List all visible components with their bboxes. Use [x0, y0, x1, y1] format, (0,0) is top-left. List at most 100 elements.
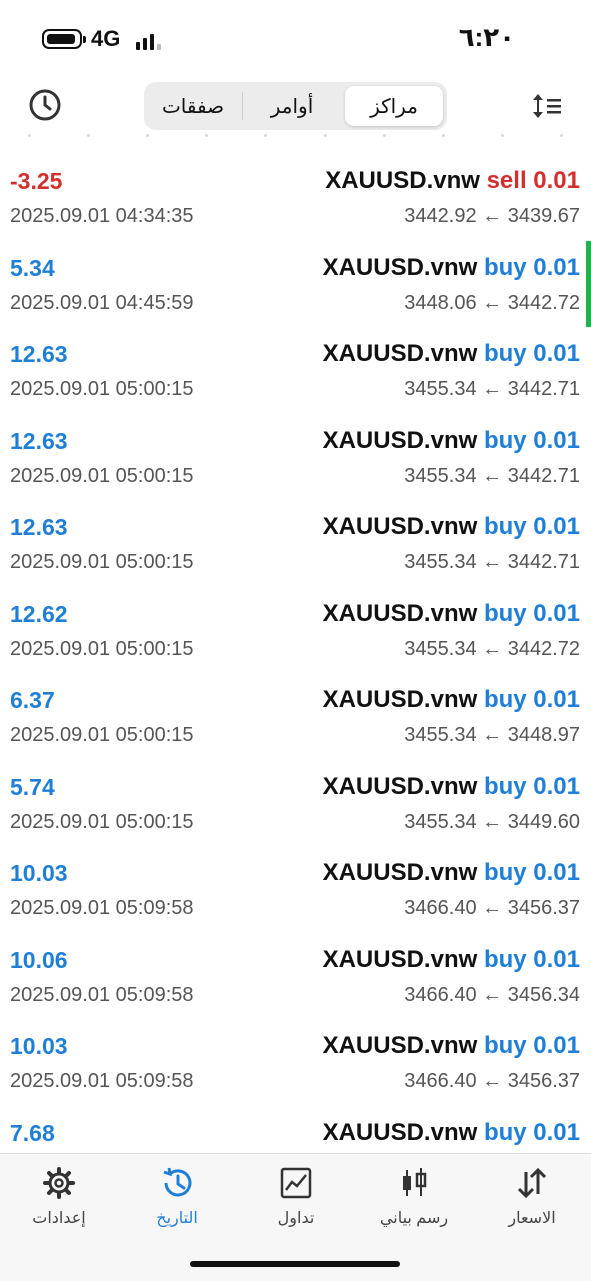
toolbar: مراكز أوامر صفقات [0, 80, 591, 132]
trade-prices: 3466.40 ← 3456.34 [404, 984, 580, 1007]
close-price: 3455.34 [404, 810, 477, 833]
trade-title: XAUUSD.vnw buy 0.01 [323, 1119, 580, 1147]
trade-row[interactable]: 5.34 2025.09.01 04:45:59 XAUUSD.vnw buy 0.… [0, 235, 591, 322]
tab-settings-label: إعدادات [32, 1210, 86, 1227]
close-price: 3455.34 [404, 724, 477, 746]
trade-volume: 0.01 [533, 1118, 580, 1146]
trade-time: 2025.09.01 05:00:15 [10, 378, 194, 400]
trade-title: XAUUSD.vnw buy 0.01 [323, 686, 580, 714]
trade-row[interactable]: 10.03 2025.09.01 05:09:58 XAUUSD.vnw buy 0… [0, 1013, 591, 1100]
candlestick-icon [403, 1168, 427, 1196]
trade-volume: 0.01 [533, 859, 580, 886]
arrow-left-icon: ← [482, 205, 503, 227]
trade-prices: 3466.40 ← 3456.37 [404, 897, 580, 920]
trade-row[interactable]: 12.63 2025.09.01 05:00:15 XAUUSD.vnw buy 0… [0, 408, 591, 495]
arrow-left-icon: ← [482, 1070, 503, 1092]
history-clock-icon [163, 1167, 192, 1197]
profit-value: 12.63 [10, 427, 68, 454]
tab-positions[interactable]: مراكز [345, 86, 443, 126]
trade-side: buy [483, 253, 527, 281]
open-price: 3442.71 [507, 464, 580, 487]
trade-symbol: XAUUSD.vnw [322, 513, 478, 540]
tab-trade-label: تداول [277, 1210, 315, 1227]
trade-row[interactable]: 12.62 2025.09.01 05:00:15 XAUUSD.vnw buy 0… [0, 581, 591, 668]
trade-side: buy [483, 945, 527, 973]
arrows-up-down-icon [517, 1167, 547, 1199]
trade-row[interactable]: 7.68 XAUUSD.vnw buy 0.01 [0, 1100, 591, 1154]
arrow-left-icon: ← [482, 637, 503, 660]
profit-value: -3.25 [10, 168, 63, 194]
close-price: 3466.40 [404, 897, 477, 919]
tab-history[interactable]: التاريخ [118, 1166, 236, 1228]
trade-time: 2025.09.01 05:00:15 [10, 464, 194, 487]
trade-prices: 3455.34 ← 3442.72 [404, 638, 580, 661]
network-type: 4G [91, 26, 121, 51]
signal-icon [136, 32, 162, 50]
scroll-indicator [586, 241, 591, 327]
trade-prices: 3466.40 ← 3456.37 [404, 1070, 580, 1093]
trade-volume: 0.01 [533, 340, 580, 367]
trade-time: 2025.09.01 04:45:59 [10, 291, 194, 314]
trade-title: XAUUSD.vnw buy 0.01 [323, 773, 580, 801]
tab-deals[interactable]: صفقات [144, 82, 242, 130]
trade-row[interactable]: 10.03 2025.09.01 05:09:58 XAUUSD.vnw buy 0… [0, 840, 591, 927]
trade-time: 2025.09.01 05:00:15 [10, 810, 194, 833]
close-price: 3455.34 [404, 637, 477, 660]
arrow-left-icon: ← [482, 378, 503, 400]
profit-value: 10.03 [10, 860, 68, 886]
profit-value: 12.63 [10, 514, 68, 540]
arrow-left-icon: ← [482, 897, 503, 919]
arrow-left-icon: ← [482, 724, 503, 746]
tab-trade[interactable]: تداول [237, 1166, 355, 1228]
trade-volume: 0.01 [533, 772, 580, 800]
tab-quotes[interactable]: الاسعار [473, 1166, 591, 1228]
trade-title: XAUUSD.vnw buy 0.01 [323, 427, 580, 455]
open-price: 3456.37 [507, 897, 580, 919]
trade-symbol: XAUUSD.vnw [322, 686, 478, 713]
trade-time: 2025.09.01 05:09:58 [10, 983, 194, 1006]
close-price: 3455.34 [404, 378, 477, 400]
trade-prices: 3455.34 ← 3442.71 [404, 378, 580, 401]
trade-title: XAUUSD.vnw buy 0.01 [323, 1032, 580, 1060]
profit-value: 10.06 [10, 946, 68, 973]
trade-row[interactable]: 6.37 2025.09.01 05:00:15 XAUUSD.vnw buy 0.… [0, 667, 591, 754]
close-price: 3466.40 [404, 1070, 477, 1092]
trade-prices: 3455.34 ← 3448.97 [404, 724, 580, 747]
trade-symbol: XAUUSD.vnw [322, 599, 478, 627]
trade-prices: 3442.92 ← 3439.67 [404, 205, 580, 228]
trade-side: buy [483, 599, 527, 627]
close-price: 3442.92 [404, 205, 477, 227]
trade-side: buy [483, 513, 527, 540]
open-price: 3449.60 [507, 810, 580, 833]
tab-orders[interactable]: أوامر [243, 82, 341, 130]
battery-icon [42, 29, 86, 49]
profit-value: 12.62 [10, 600, 68, 627]
sort-icon[interactable] [531, 90, 563, 122]
trade-row[interactable]: 10.06 2025.09.01 05:09:58 XAUUSD.vnw buy 0… [0, 927, 591, 1014]
trade-symbol: XAUUSD.vnw [322, 1032, 478, 1059]
open-price: 3442.71 [507, 551, 580, 573]
tab-settings[interactable]: إعدادات [0, 1166, 118, 1228]
trade-row[interactable]: 12.63 2025.09.01 05:00:15 XAUUSD.vnw buy 0… [0, 321, 591, 408]
home-indicator [190, 1261, 400, 1267]
trade-time: 2025.09.01 05:09:58 [10, 1070, 194, 1092]
trade-symbol: XAUUSD.vnw [322, 426, 478, 454]
trade-row[interactable]: 12.63 2025.09.01 05:00:15 XAUUSD.vnw buy 0… [0, 494, 591, 581]
trade-volume: 0.01 [533, 513, 580, 540]
trade-time: 2025.09.01 04:34:35 [10, 205, 194, 227]
arrow-left-icon: ← [482, 464, 503, 487]
trade-title: XAUUSD.vnw buy 0.01 [323, 254, 580, 282]
arrow-left-icon: ← [482, 810, 503, 833]
trade-row[interactable]: -3.25 2025.09.01 04:34:35 XAUUSD.vnw sell … [0, 148, 591, 235]
trade-title: XAUUSD.vnw sell 0.01 [325, 167, 580, 195]
history-clock-icon[interactable] [28, 88, 62, 122]
line-chart-icon [280, 1167, 312, 1199]
close-price: 3448.06 [404, 291, 477, 314]
open-price: 3448.97 [507, 724, 580, 746]
tab-chart[interactable]: رسم بياني [355, 1166, 473, 1228]
trade-title: XAUUSD.vnw buy 0.01 [323, 340, 580, 368]
trade-row[interactable]: 5.74 2025.09.01 05:00:15 XAUUSD.vnw buy 0.… [0, 754, 591, 841]
trade-side: buy [483, 686, 527, 713]
trade-list[interactable]: -3.25 2025.09.01 04:34:35 XAUUSD.vnw sell … [0, 148, 591, 1153]
arrow-left-icon: ← [482, 983, 503, 1006]
